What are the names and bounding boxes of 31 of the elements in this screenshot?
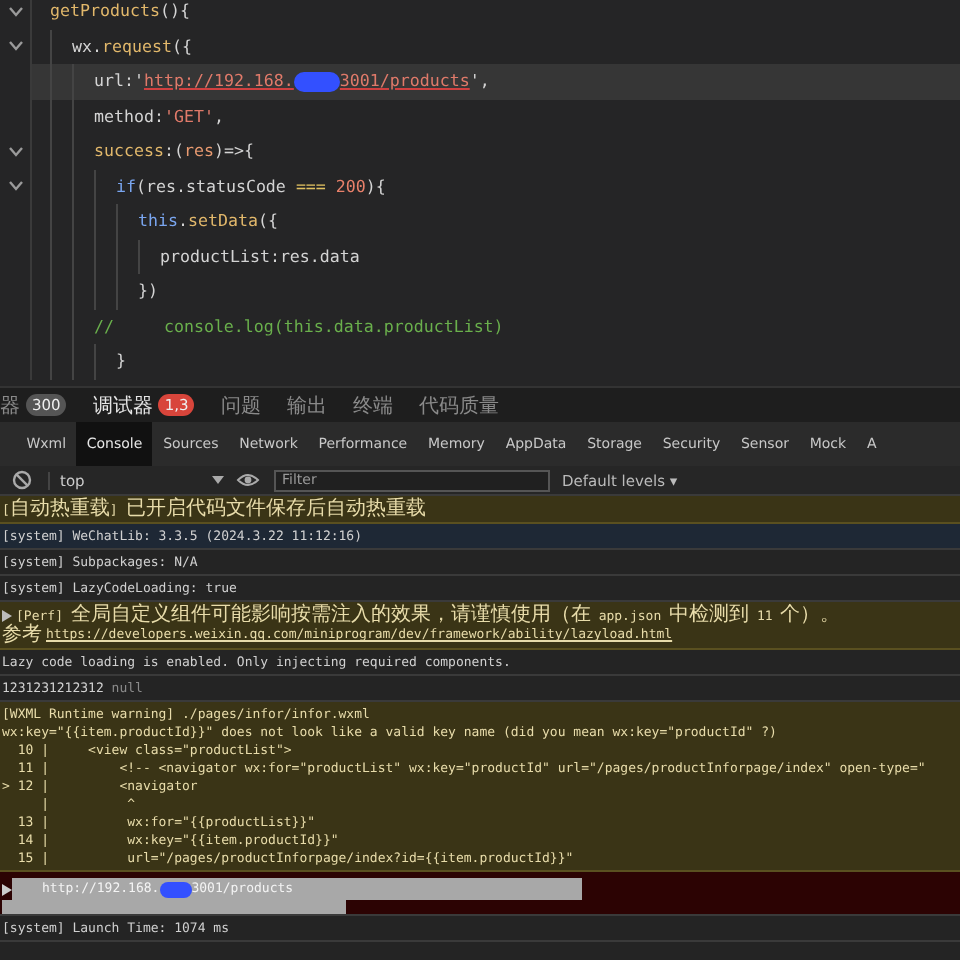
fold-chevron-icon[interactable] xyxy=(7,180,23,193)
expand-arrow-icon[interactable] xyxy=(2,883,12,895)
code-text: url:' xyxy=(94,68,144,94)
panel-tab[interactable]: 终端 xyxy=(352,391,393,419)
redaction-mark xyxy=(159,881,192,897)
code-line: success:(res)=>{ xyxy=(32,134,960,169)
panel-tab[interactable]: 器 xyxy=(0,391,20,419)
fold-chevron-icon[interactable] xyxy=(7,145,23,158)
code-line: // console.log(this.data.productList) xyxy=(32,309,960,344)
panel-tab[interactable]: 输出 xyxy=(286,391,327,419)
code-line: productList:res.data xyxy=(32,239,960,274)
code-text: 3001/products xyxy=(339,68,470,94)
reference-label: 参考 xyxy=(2,625,42,645)
clear-console-icon[interactable] xyxy=(12,470,32,490)
code-line: }) xyxy=(32,274,960,309)
panel-tab[interactable]: 调试器 xyxy=(92,391,153,419)
code-line: method:'GET', xyxy=(32,99,960,134)
code-line: this.setData({ xyxy=(32,204,960,239)
code-line: if(res.statusCode === 200){ xyxy=(32,169,960,204)
code-text: ', xyxy=(469,68,490,94)
code-text: http://192.168. xyxy=(143,68,294,94)
fold-chevron-icon[interactable] xyxy=(7,5,23,18)
expand-arrow-icon[interactable] xyxy=(2,609,12,621)
eye-icon[interactable] xyxy=(236,472,260,488)
dropdown-caret-icon xyxy=(212,476,224,484)
code-line: getProducts(){ xyxy=(48,0,192,24)
fold-chevron-icon[interactable] xyxy=(7,40,23,53)
panel-tab[interactable]: 问题 xyxy=(220,391,261,419)
panel-tab[interactable]: 代码质量 xyxy=(418,391,499,419)
code-line: } xyxy=(32,344,960,379)
redaction-mark xyxy=(293,71,340,92)
